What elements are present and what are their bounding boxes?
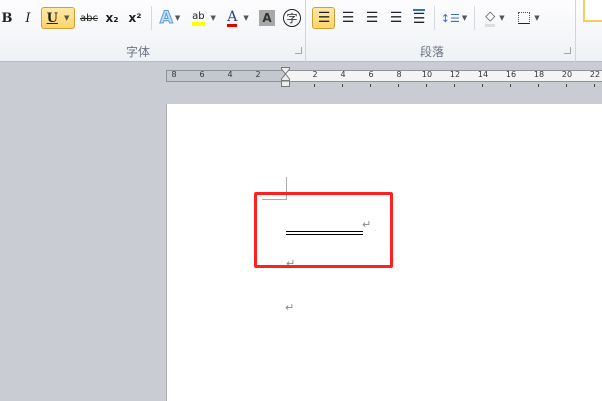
font-group-label: 字体 — [126, 45, 151, 59]
ruler-tick — [510, 84, 511, 87]
separator — [151, 6, 152, 30]
ruler-tick — [426, 84, 427, 87]
group-divider — [305, 0, 306, 62]
chevron-down-icon: ▼ — [243, 14, 249, 22]
chevron-down-icon: ▼ — [210, 14, 216, 22]
superscript-button[interactable]: x² — [126, 7, 144, 29]
bold-button[interactable]: B — [0, 7, 14, 29]
ruler-label: 20 — [561, 70, 573, 79]
ruler-label: 18 — [533, 70, 545, 79]
align-center-button[interactable]: ☰ — [338, 7, 358, 29]
ruler-tick — [566, 84, 567, 87]
indent-marker-icon[interactable] — [281, 67, 290, 87]
chevron-down-icon: ▼ — [63, 14, 70, 22]
selection-highlight-box — [254, 192, 393, 268]
styles-gallery[interactable] — [583, 0, 602, 22]
align-left-button[interactable]: ☰ — [312, 7, 335, 29]
ruler-tick — [314, 84, 315, 87]
justify-button[interactable]: ☰ — [386, 7, 406, 29]
separator — [434, 6, 435, 30]
ruler-label: 14 — [477, 70, 489, 79]
justify-icon: ☰ — [389, 10, 403, 26]
subscript-button[interactable]: x₂ — [103, 7, 121, 29]
ruler-label: 4 — [227, 70, 233, 79]
ruler-label: 6 — [368, 70, 374, 79]
ruler-tick — [398, 84, 399, 87]
ruler-label: 12 — [449, 70, 461, 79]
align-center-icon: ☰ — [341, 10, 355, 26]
align-left-icon: ☰ — [317, 10, 331, 26]
underline-label: U — [46, 10, 58, 26]
character-shading-button[interactable]: A — [259, 10, 275, 26]
align-right-button[interactable]: ☰ — [362, 7, 382, 29]
ruler-tick — [342, 84, 343, 87]
strikethrough-button[interactable]: abc — [79, 7, 99, 29]
horizontal-ruler[interactable]: 8 6 4 2 2 4 6 8 10 12 14 16 18 20 22 — [166, 70, 602, 82]
highlight-icon: ab — [192, 11, 205, 26]
font-dialog-launcher-icon[interactable] — [295, 47, 302, 54]
ruler-tick — [594, 84, 595, 87]
ruler-label: 4 — [340, 70, 346, 79]
text-effects-button[interactable]: A ▼ — [157, 7, 183, 29]
line-spacing-button[interactable]: ↕☰ ▼ — [441, 7, 467, 29]
ruler-label: 2 — [255, 70, 261, 79]
ruler-tick — [370, 84, 371, 87]
ruler-label: 2 — [312, 70, 318, 79]
ruler-label: 6 — [199, 70, 205, 79]
borders-button[interactable]: ▼ — [515, 7, 543, 29]
highlight-button[interactable]: ab ▼ — [189, 7, 219, 29]
distributed-icon: ☰ — [412, 9, 426, 27]
borders-icon — [518, 12, 531, 24]
chevron-down-icon: ▼ — [174, 14, 181, 22]
paragraph-dialog-launcher-icon[interactable] — [564, 47, 571, 54]
font-color-icon: A — [227, 8, 238, 27]
ruler-tick — [538, 84, 539, 87]
distributed-button[interactable]: ☰ — [409, 7, 429, 29]
chevron-down-icon: ▼ — [499, 14, 505, 22]
ruler-label: 16 — [505, 70, 517, 79]
text-effects-icon: A — [159, 8, 173, 29]
align-right-icon: ☰ — [365, 10, 379, 26]
chevron-down-icon: ▼ — [534, 14, 540, 22]
paragraph-mark: ↵ — [285, 301, 295, 314]
chevron-down-icon: ▼ — [461, 14, 468, 22]
paragraph-group-label: 段落 — [420, 45, 445, 59]
ribbon: B I U ▼ abc x₂ x² A ▼ ab ▼ A ▼ A 字 字体 ☰ ☰ ☰ … — [0, 0, 602, 62]
paragraph-shading-button[interactable]: ◇ ▼ — [481, 7, 509, 29]
ruler-tick — [482, 84, 483, 87]
font-color-button[interactable]: A ▼ — [224, 7, 252, 29]
ruler-label: 22 — [589, 70, 601, 79]
separator — [474, 6, 475, 30]
ruler-label: 10 — [421, 70, 433, 79]
group-divider — [575, 0, 576, 62]
ruler-label: 8 — [396, 70, 402, 79]
ruler-label: 8 — [171, 70, 177, 79]
paint-bucket-icon: ◇ — [485, 9, 496, 27]
ruler-tick — [454, 84, 455, 87]
line-spacing-icon: ↕☰ — [440, 11, 460, 25]
italic-button[interactable]: I — [20, 7, 36, 29]
underline-button[interactable]: U ▼ — [41, 7, 75, 29]
enclose-characters-button[interactable]: 字 — [283, 9, 301, 27]
